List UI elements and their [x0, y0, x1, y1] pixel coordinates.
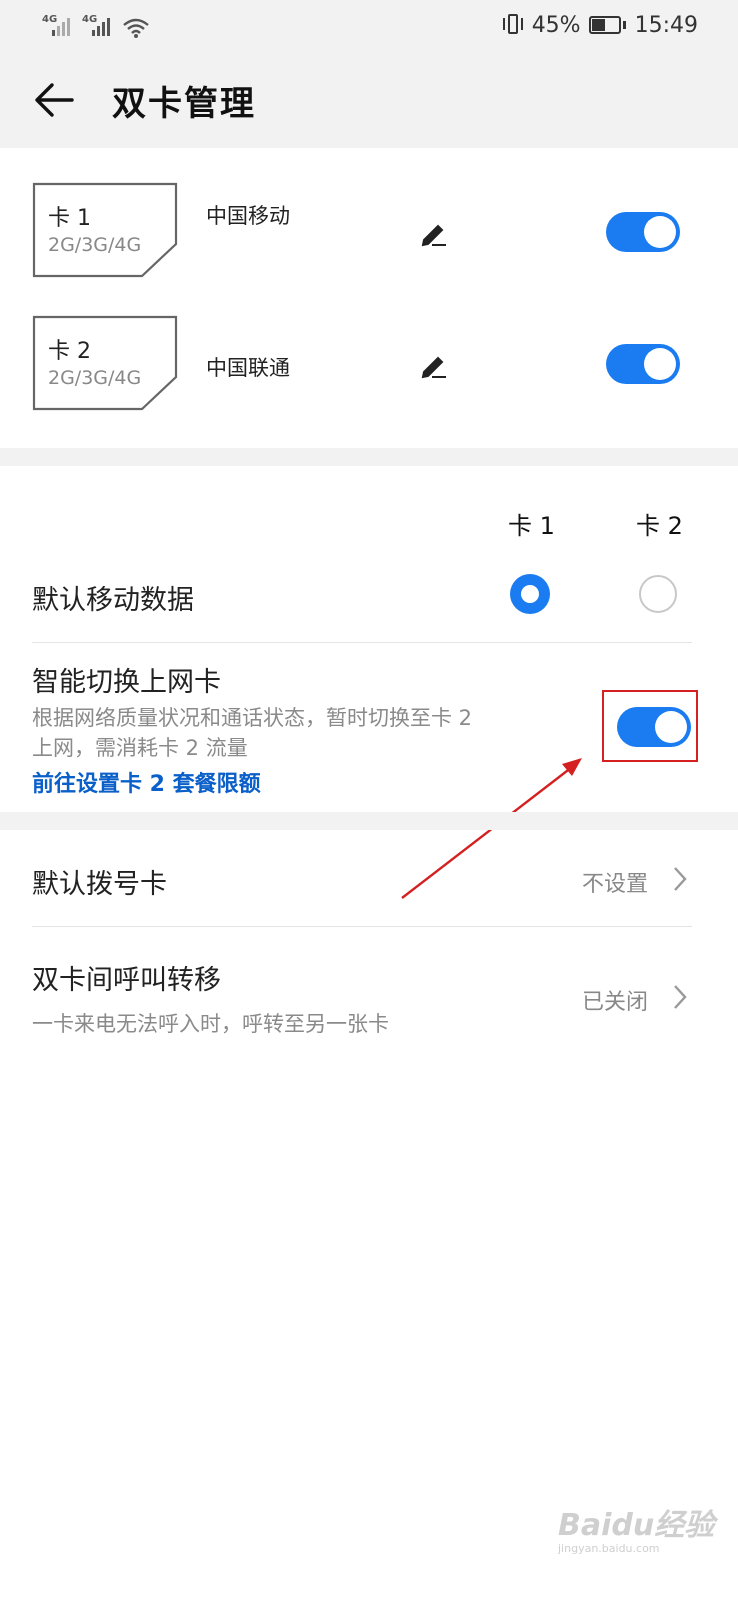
call-forward-value[interactable]: 已关闭: [582, 984, 648, 1016]
sim-network: 2G/3G/4G: [48, 367, 142, 389]
default-data-radio-card-2[interactable]: [639, 575, 677, 613]
page-title: 双卡管理: [112, 84, 256, 124]
smart-switch-title: 智能切换上网卡: [32, 667, 221, 698]
default-dial-value[interactable]: 不设置: [582, 866, 648, 898]
annotation-highlight-box: [602, 690, 698, 762]
back-arrow-icon[interactable]: [28, 74, 80, 126]
sim-name: 卡 1: [48, 206, 91, 231]
section-divider: [0, 448, 738, 466]
battery-charging-icon: [588, 15, 627, 35]
signal-icon: 4G: [82, 14, 112, 38]
edit-icon[interactable]: [418, 350, 450, 382]
watermark-text: Baidu经验: [558, 1508, 715, 1543]
column-header-card-2: 卡 2: [636, 512, 683, 540]
sim-network: 2G/3G/4G: [48, 234, 142, 256]
sim-card-1: 卡 1 2G/3G/4G: [32, 182, 178, 278]
default-dial-label[interactable]: 默认拨号卡: [32, 862, 167, 901]
edit-icon[interactable]: [418, 218, 450, 250]
smart-switch-description: 上网，需消耗卡 2 流量: [32, 736, 248, 760]
row-divider: [32, 926, 692, 927]
carrier-name: 中国联通: [206, 356, 290, 380]
sim-2-toggle[interactable]: [606, 344, 680, 384]
vibrate-icon: [502, 13, 524, 37]
network-type-label: 4G: [82, 14, 98, 25]
carrier-name: 中国移动: [206, 204, 290, 228]
chevron-right-icon[interactable]: [670, 982, 690, 1012]
watermark-subtext: jingyan.baidu.com: [558, 1542, 660, 1555]
default-data-radio-card-1[interactable]: [510, 574, 550, 614]
section-divider: [0, 812, 738, 830]
clock: 15:49: [634, 12, 698, 38]
chevron-right-icon[interactable]: [670, 864, 690, 894]
default-data-label: 默认移动数据: [32, 585, 194, 616]
status-bar-right: 45% 15:49: [502, 10, 698, 40]
network-type-label: 4G: [42, 14, 58, 25]
column-header-card-1: 卡 1: [508, 512, 555, 540]
wifi-icon: [123, 18, 149, 38]
sim-card-2: 卡 2 2G/3G/4G: [32, 315, 178, 411]
plan-limit-link[interactable]: 前往设置卡 2 套餐限额: [32, 766, 261, 798]
signal-icon: 4G: [42, 14, 72, 38]
watermark-logo: Baidu经验 jingyan.baidu.com: [558, 1500, 715, 1555]
sim-name: 卡 2: [48, 339, 91, 364]
call-forward-label[interactable]: 双卡间呼叫转移: [32, 958, 221, 997]
row-divider: [32, 642, 692, 643]
sim-1-toggle[interactable]: [606, 212, 680, 252]
call-forward-description: 一卡来电无法呼入时，呼转至另一张卡: [32, 1012, 389, 1036]
smart-switch-description: 根据网络质量状况和通话状态，暂时切换至卡 2: [32, 706, 473, 730]
status-bar-left: 4G 4G: [42, 12, 150, 38]
battery-percent: 45%: [531, 12, 581, 38]
